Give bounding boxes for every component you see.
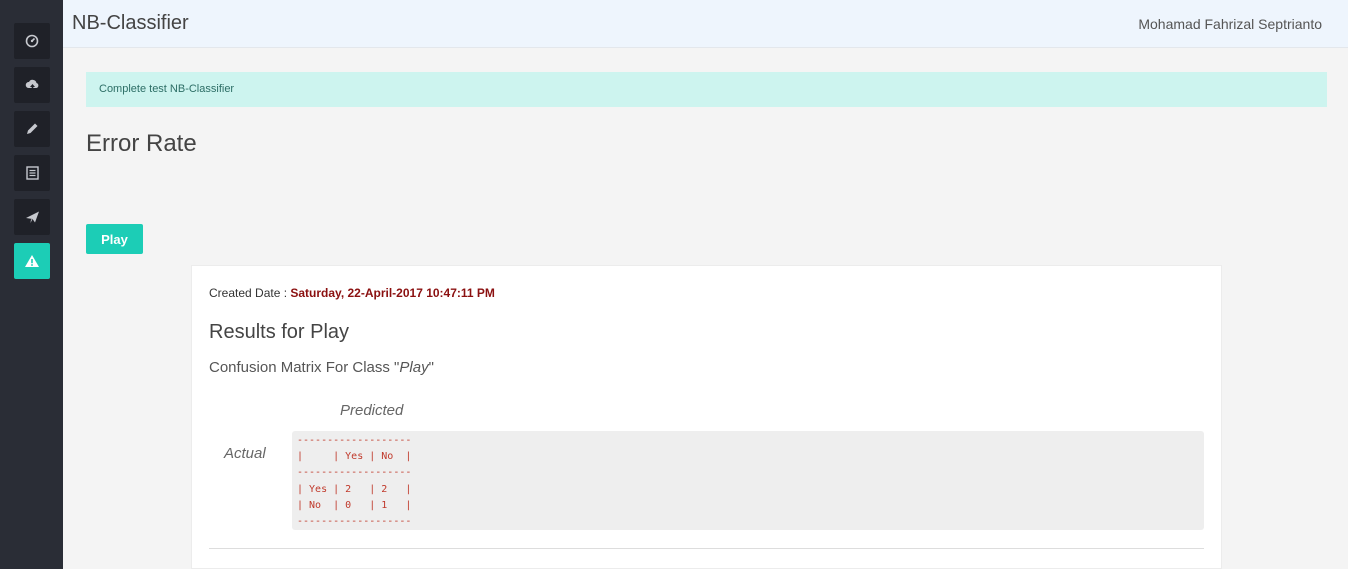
caption-prefix: Confusion Matrix For Class " (209, 359, 400, 376)
sidebar-item-list[interactable] (14, 155, 50, 191)
pencil-icon (25, 122, 39, 136)
top-navbar: NB-Classifier Mohamad Fahrizal Septriant… (63, 0, 1348, 48)
success-alert: Complete test NB-Classifier (86, 72, 1327, 107)
page-title: Error Rate (86, 130, 197, 157)
play-button[interactable]: Play (86, 224, 143, 254)
warning-icon (24, 254, 40, 268)
cloud-upload-icon (25, 78, 40, 92)
sidebar-item-upload[interactable] (14, 67, 50, 103)
divider (209, 548, 1204, 549)
caption-suffix: " (428, 359, 434, 376)
list-icon (25, 166, 39, 180)
sidebar-item-send[interactable] (14, 199, 50, 235)
dashboard-icon (25, 34, 39, 48)
app-title[interactable]: NB-Classifier (72, 12, 189, 35)
actual-axis-label: Actual (224, 445, 266, 462)
paper-plane-icon (25, 210, 40, 224)
caption-class: Play (399, 359, 429, 376)
sidebar-item-error-rate[interactable] (14, 243, 50, 279)
created-date-value: Saturday, 22-April-2017 10:47:11 PM (290, 286, 495, 300)
sidebar (0, 0, 63, 569)
confusion-matrix-table: ------------------- | | Yes | No | -----… (292, 431, 1204, 530)
predicted-axis-label: Predicted (340, 402, 404, 419)
result-card: Created Date : Saturday, 22-April-2017 1… (191, 265, 1222, 569)
sidebar-item-edit[interactable] (14, 111, 50, 147)
confusion-matrix-caption: Confusion Matrix For Class "Play" (209, 359, 434, 376)
alert-text: Complete test NB-Classifier (99, 83, 235, 95)
user-menu[interactable]: Mohamad Fahrizal Septrianto (1138, 16, 1322, 32)
sidebar-item-dashboard[interactable] (14, 23, 50, 59)
created-date-label: Created Date : (209, 286, 291, 300)
created-date: Created Date : Saturday, 22-April-2017 1… (209, 286, 495, 300)
results-title: Results for Play (209, 321, 350, 343)
